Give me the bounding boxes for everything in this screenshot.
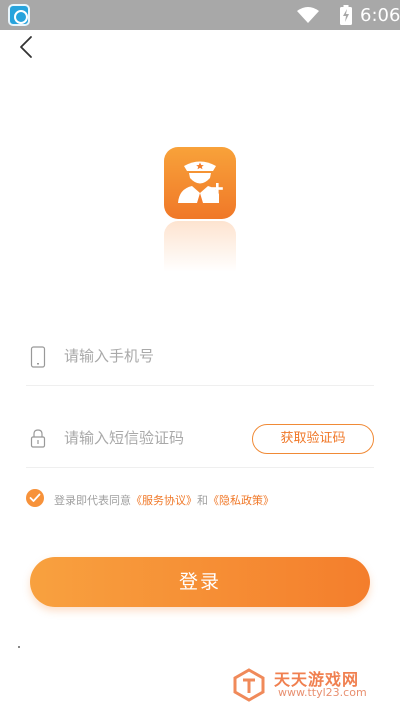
phone-field-row (26, 326, 374, 386)
agreement-text: 登录即代表同意《服务协议》和《隐私政策》 (54, 492, 274, 508)
status-time: 6:06 (360, 5, 400, 26)
status-bar: 6:06 (0, 0, 400, 30)
privacy-link[interactable]: 《隐私政策》 (208, 494, 274, 507)
back-button[interactable] (14, 34, 40, 60)
app-notification-icon (8, 4, 30, 26)
battery-charging-icon (340, 5, 352, 25)
agreement-prefix: 登录即代表同意 (54, 494, 131, 507)
lock-icon (30, 429, 46, 448)
stray-dot (18, 646, 20, 648)
wifi-icon (297, 7, 319, 23)
app-logo (164, 147, 236, 219)
police-officer-add-icon (178, 161, 223, 203)
watermark: 天天游戏网 www.ttyl23.com (232, 666, 392, 704)
agreement-checkbox[interactable] (26, 489, 44, 507)
phone-icon (30, 346, 46, 368)
logo-reflection (164, 221, 236, 289)
phone-input[interactable] (64, 342, 254, 370)
agreement-and: 和 (197, 494, 208, 507)
terms-link[interactable]: 《服务协议》 (131, 494, 197, 507)
watermark-url: www.ttyl23.com (278, 686, 367, 699)
watermark-logo-icon (233, 668, 265, 702)
sms-code-input[interactable] (64, 424, 254, 452)
login-button[interactable]: 登录 (30, 557, 370, 607)
checkmark-icon (29, 493, 41, 502)
chevron-left-icon (20, 36, 32, 58)
get-code-button[interactable]: 获取验证码 (252, 424, 374, 454)
